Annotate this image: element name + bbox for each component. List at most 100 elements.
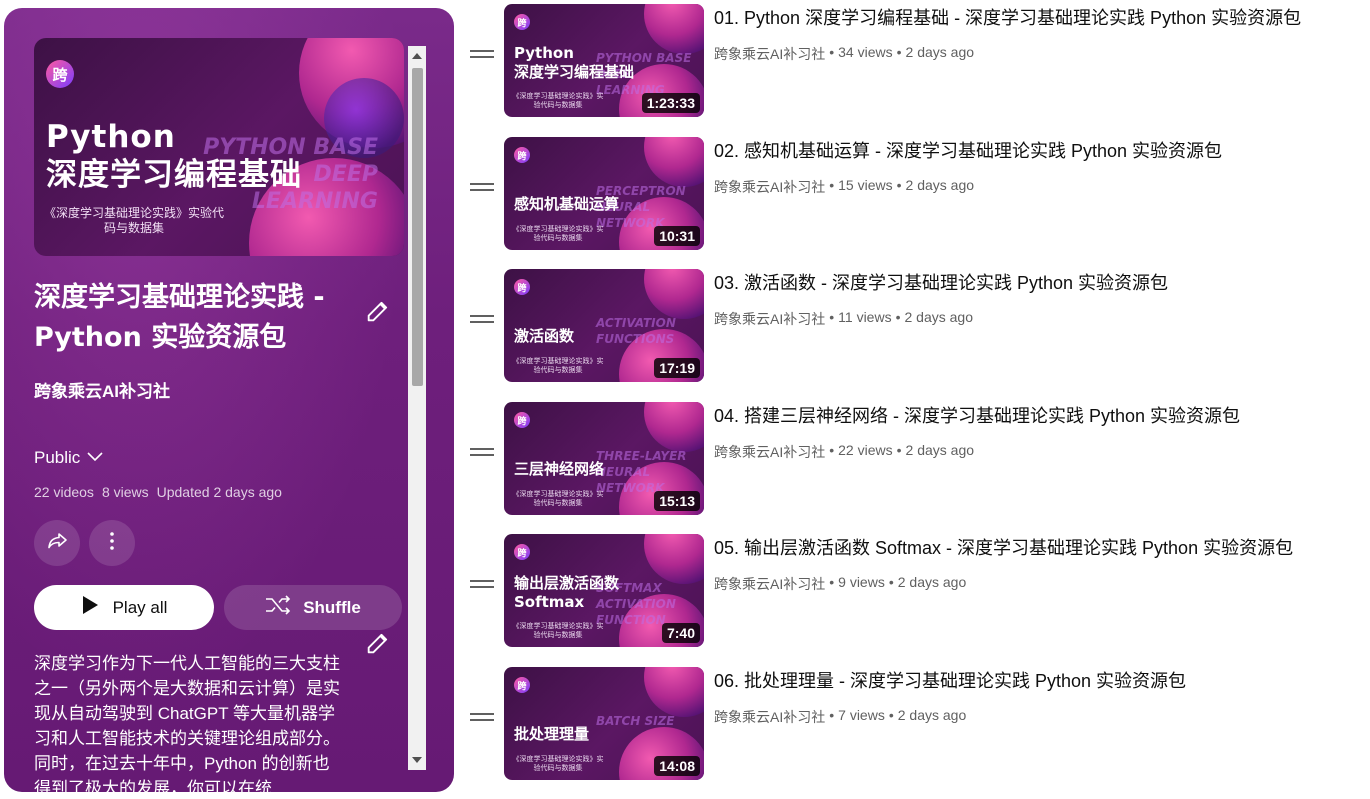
- playlist-channel-name[interactable]: 跨象乘云AI补习社: [34, 377, 170, 402]
- video-thumbnail[interactable]: 跨 PYTHON BASE DEEP LEARNING Python 深度学习编程基础…: [504, 4, 704, 117]
- shuffle-icon: [265, 595, 291, 620]
- video-title-link[interactable]: 02. 感知机基础运算 - 深度学习基础理论实践 Python 实验资源包: [714, 139, 1364, 163]
- cover-subtitle: 《深度学习基础理论实践》实验代码与数据集: [44, 206, 225, 235]
- channel-logo-badge: 跨: [514, 677, 530, 693]
- edit-description-pencil-icon[interactable]: [364, 629, 392, 657]
- video-channel-name[interactable]: 跨象乘云AI补习社: [714, 442, 825, 462]
- shuffle-label: Shuffle: [303, 597, 361, 617]
- meta-separator: •: [888, 707, 894, 723]
- thumbnail-title: 三层神经网络: [514, 460, 604, 479]
- thumbnail-title-line: 输出层激活函数: [514, 574, 620, 592]
- video-upload-age: 2 days ago: [897, 574, 967, 590]
- drag-handle-icon[interactable]: [470, 713, 494, 727]
- video-channel-name[interactable]: 跨象乘云AI补习社: [714, 707, 825, 727]
- playlist-video-row[interactable]: 跨 ACTIVATION FUNCTIONS 激活函数 《深度学习基础理论实践》实…: [460, 265, 1370, 382]
- thumbnail-subtitle: 《深度学习基础理论实践》实验代码与数据集: [512, 93, 604, 109]
- drag-handle-icon[interactable]: [470, 50, 494, 64]
- more-actions-button[interactable]: [89, 520, 135, 566]
- video-channel-name[interactable]: 跨象乘云AI补习社: [714, 177, 825, 197]
- video-title-link[interactable]: 04. 搭建三层神经网络 - 深度学习基础理论实践 Python 实验资源包: [714, 404, 1364, 428]
- cover-english-line: PYTHON BASE: [203, 135, 378, 160]
- video-duration-badge: 1:23:33: [641, 93, 700, 113]
- thumbnail-title: 感知机基础运算: [514, 195, 619, 214]
- video-metadata: 跨象乘云AI补习社 • 11 views • 2 days ago: [714, 309, 973, 329]
- view-count: 8 views: [101, 484, 149, 500]
- video-metadata: 跨象乘云AI补习社 • 9 views • 2 days ago: [714, 574, 966, 594]
- drag-handle-icon[interactable]: [470, 315, 494, 329]
- video-view-count: 22 views: [838, 442, 893, 458]
- cover-english-line: LEARNING: [251, 189, 378, 214]
- video-upload-age: 2 days ago: [897, 707, 967, 723]
- meta-separator: •: [829, 44, 835, 60]
- video-metadata: 跨象乘云AI补习社 • 15 views • 2 days ago: [714, 177, 974, 197]
- meta-separator: •: [829, 309, 835, 325]
- video-duration-badge: 7:40: [661, 623, 700, 643]
- scroll-down-arrow-icon[interactable]: [408, 752, 426, 768]
- video-upload-age: 2 days ago: [905, 442, 975, 458]
- video-metadata: 跨象乘云AI补习社 • 7 views • 2 days ago: [714, 707, 966, 727]
- video-title-link[interactable]: 03. 激活函数 - 深度学习基础理论实践 Python 实验资源包: [714, 271, 1364, 295]
- playlist-video-list: 跨 PYTHON BASE DEEP LEARNING Python 深度学习编程基础…: [460, 0, 1370, 799]
- thumbnail-english-line: BATCH SIZE: [596, 714, 675, 728]
- meta-separator: •: [829, 574, 835, 590]
- thumbnail-english-title: BATCH SIZE: [596, 713, 675, 729]
- playlist-video-row[interactable]: 跨 PYTHON BASE DEEP LEARNING Python 深度学习编程基础…: [460, 0, 1370, 117]
- thumbnail-english-line: FUNCTIONS: [596, 332, 675, 346]
- playlist-video-row[interactable]: 跨 THREE-LAYER NEURAL NETWORK 三层神经网络 《深度学习基…: [460, 398, 1370, 515]
- drag-handle-icon[interactable]: [470, 580, 494, 594]
- share-button[interactable]: [34, 520, 80, 566]
- playlist-video-row[interactable]: 跨 PERCEPTRON NEURAL NETWORK 感知机基础运算 《深度学习基…: [460, 133, 1370, 250]
- video-channel-name[interactable]: 跨象乘云AI补习社: [714, 309, 825, 329]
- video-thumbnail[interactable]: 跨 ACTIVATION FUNCTIONS 激活函数 《深度学习基础理论实践》实…: [504, 269, 704, 382]
- video-title-link[interactable]: 01. Python 深度学习编程基础 - 深度学习基础理论实践 Python …: [714, 6, 1364, 30]
- video-thumbnail[interactable]: 跨 BATCH SIZE 批处理理量 《深度学习基础理论实践》实验代码与数据集 …: [504, 667, 704, 780]
- thumbnail-title-line: Softmax: [514, 593, 585, 611]
- video-channel-name[interactable]: 跨象乘云AI补习社: [714, 574, 825, 594]
- edit-title-pencil-icon[interactable]: [364, 297, 392, 325]
- shuffle-button[interactable]: Shuffle: [224, 585, 402, 630]
- meta-separator: •: [829, 442, 835, 458]
- channel-logo-badge: 跨: [514, 412, 530, 428]
- thumbnail-title-line: 激活函数: [514, 327, 575, 345]
- playlist-title: 深度学习基础理论实践 - Python 实验资源包: [34, 282, 325, 353]
- video-view-count: 15 views: [838, 177, 893, 193]
- thumbnail-decor-blob: [644, 4, 704, 54]
- video-title-link[interactable]: 06. 批处理理量 - 深度学习基础理论实践 Python 实验资源包: [714, 669, 1364, 693]
- scrollbar-thumb[interactable]: [412, 68, 423, 386]
- cover-english-line: DEEP: [313, 162, 378, 187]
- video-metadata: 跨象乘云AI补习社 • 22 views • 2 days ago: [714, 442, 974, 462]
- thumbnail-subtitle: 《深度学习基础理论实践》实验代码与数据集: [512, 623, 604, 639]
- video-thumbnail[interactable]: 跨 SOFTMAX ACTIVATION FUNCTION 输出层激活函数 Softm…: [504, 534, 704, 647]
- thumbnail-english-title: ACTIVATION FUNCTIONS: [596, 315, 676, 347]
- video-channel-name[interactable]: 跨象乘云AI补习社: [714, 44, 825, 64]
- thumbnail-decor-blob: [644, 137, 704, 187]
- thumbnail-decor-blob: [644, 402, 704, 452]
- thumbnail-decor-blob: [644, 667, 704, 717]
- play-all-button[interactable]: Play all: [34, 585, 214, 630]
- thumbnail-title: Python 深度学习编程基础: [514, 44, 634, 82]
- video-view-count: 9 views: [838, 574, 885, 590]
- scroll-up-arrow-icon[interactable]: [408, 48, 426, 64]
- thumbnail-subtitle: 《深度学习基础理论实践》实验代码与数据集: [512, 358, 604, 374]
- privacy-dropdown[interactable]: Public: [34, 448, 104, 468]
- thumbnail-english-line: ACTIVATION: [596, 316, 676, 330]
- video-title-link[interactable]: 05. 输出层激活函数 Softmax - 深度学习基础理论实践 Python …: [714, 536, 1364, 560]
- panel-scrollbar[interactable]: [408, 46, 426, 770]
- playlist-video-row[interactable]: 跨 BATCH SIZE 批处理理量 《深度学习基础理论实践》实验代码与数据集 …: [460, 663, 1370, 780]
- thumbnail-decor-blob: [644, 534, 704, 584]
- cover-english-title: PYTHON BASE DEEP LEARNING: [203, 134, 378, 215]
- drag-handle-icon[interactable]: [470, 183, 494, 197]
- video-upload-age: 2 days ago: [904, 309, 973, 325]
- playlist-cover-thumbnail[interactable]: 跨 Python 深度学习编程基础 PYTHON BASE DEEP LEARN…: [34, 38, 404, 256]
- updated-date: Updated 2 days ago: [156, 484, 282, 500]
- thumbnail-title-line: 批处理理量: [514, 725, 590, 743]
- meta-separator: •: [895, 309, 901, 325]
- video-thumbnail[interactable]: 跨 PERCEPTRON NEURAL NETWORK 感知机基础运算 《深度学习基…: [504, 137, 704, 250]
- playlist-video-row[interactable]: 跨 SOFTMAX ACTIVATION FUNCTION 输出层激活函数 Softm…: [460, 530, 1370, 647]
- video-view-count: 7 views: [838, 707, 885, 723]
- drag-handle-icon[interactable]: [470, 448, 494, 462]
- playlist-stats: 22 videos 8 views Updated 2 days ago: [34, 484, 282, 500]
- meta-separator: •: [888, 574, 894, 590]
- meta-separator: •: [896, 44, 902, 60]
- video-thumbnail[interactable]: 跨 THREE-LAYER NEURAL NETWORK 三层神经网络 《深度学习基…: [504, 402, 704, 515]
